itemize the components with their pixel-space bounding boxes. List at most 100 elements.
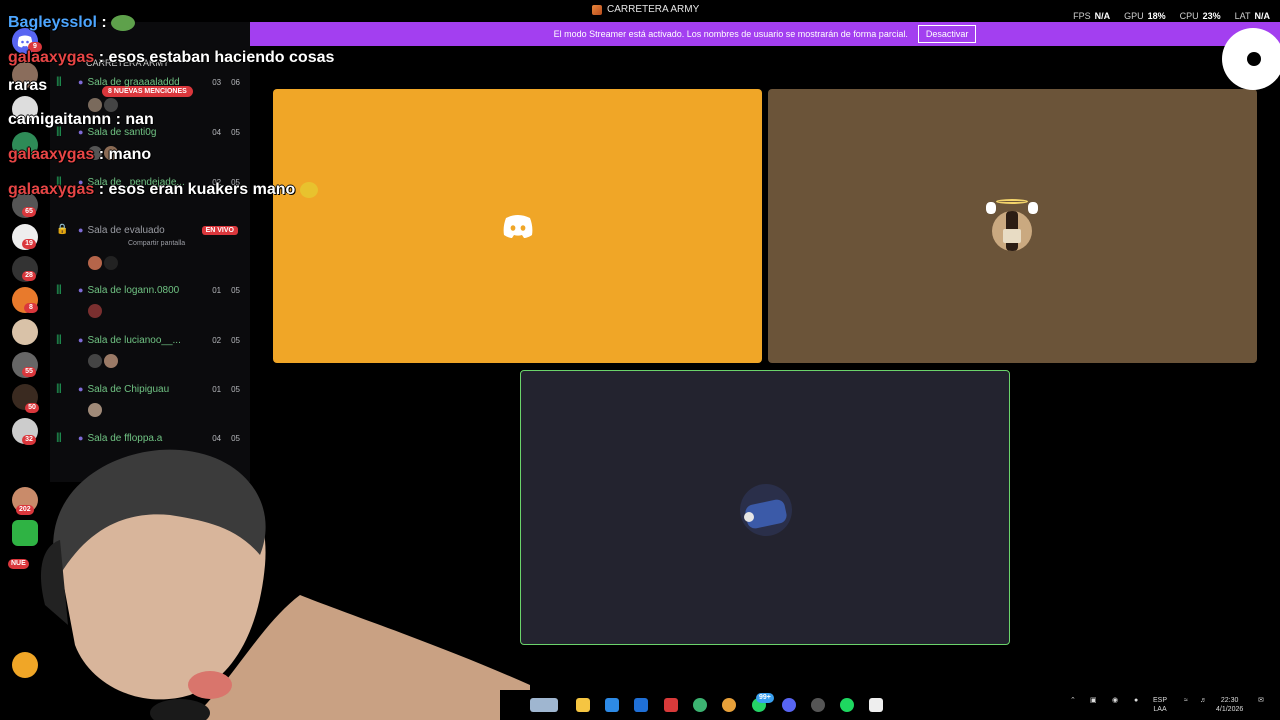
user-count: 04 05 [212,434,240,443]
group-icon: ● [78,335,84,345]
avatar[interactable] [88,98,102,112]
chrome-icon[interactable] [722,698,736,712]
widget-icon[interactable] [530,698,558,712]
pepe-emote-icon [111,14,136,31]
avatar[interactable] [88,354,102,368]
count-current: 04 [212,127,222,137]
metric-lat: LAT N/A [1235,11,1270,21]
avatar[interactable] [104,98,118,112]
lock-icon: 🔒 [56,224,68,235]
capture-indicator[interactable] [1222,28,1280,90]
count-current: 01 [212,384,222,394]
count-current: 02 [212,335,222,345]
notifications-icon[interactable]: ✉ [1258,696,1264,705]
chat-username: Bagleysslol [8,14,97,31]
metric-label: GPU [1124,11,1144,21]
chat-message: galaaxygas : esos eran kuakers mano [8,181,318,199]
user-avatar [740,484,792,536]
voice-tile[interactable] [768,89,1257,363]
voice-channel[interactable]: ||| ● Sala de Chipiguau 01 05 [56,381,246,397]
spotify-icon[interactable] [840,698,854,712]
clock[interactable]: 22:30 4/1/2026 [1216,696,1243,714]
server-icon[interactable] [12,319,38,345]
user-avatar [986,199,1038,251]
window-title-text: CARRETERA ARMY [607,4,700,15]
group-icon: ● [78,384,84,394]
chat-text: esos eran kuakers mano [108,181,296,198]
tray-chevron-icon[interactable]: ⌃ [1070,696,1076,705]
discord-logo-icon [503,215,533,238]
channel-members [88,304,102,318]
count-max: 05 [231,335,240,345]
avatar[interactable] [88,256,102,270]
desktop: CARRETERA ARMY FPS N/A GPU 18% CPU 23% LAT N… [0,0,1280,720]
voice-channel[interactable]: ||| ● Sala de lucianoo__... 02 05 [56,332,246,348]
unread-badge: 65 [22,207,36,217]
channel-members [88,403,102,417]
chat-text: raras [8,77,48,94]
mic-icon[interactable]: ● [1134,696,1138,705]
count-max: 06 [231,77,240,87]
chat-separator: : [98,49,105,66]
voice-tile[interactable] [273,89,762,363]
window-title: CARRETERA ARMY [592,4,699,15]
channel-list: CARRETERA ARMY 8 NUEVAS MENCIONES ||| ● S… [50,22,250,482]
hand-icon [1028,202,1038,214]
metric-label: LAT [1234,11,1251,21]
metric-value: 18% [1147,11,1166,21]
group-icon: ● [78,433,84,443]
wifi-icon[interactable]: ≈ [1184,696,1188,705]
metric-label: CPU [1179,11,1199,21]
discord-icon[interactable] [782,698,796,712]
channel-members [88,98,118,112]
app-icon[interactable] [811,698,825,712]
clock-date: 4/1/2026 [1216,706,1244,713]
voice-channel[interactable]: ||| ● Sala de graaaaladdd 03 06 [56,74,246,90]
store-icon[interactable] [634,698,648,712]
bottle-avatar [992,211,1032,251]
channel-name: Sala de logann.0800 [87,284,180,296]
avatar[interactable] [88,403,102,417]
channel-name: Sala de evaluado [87,224,165,236]
metric-value: 23% [1202,11,1221,21]
metric-gpu: GPU 18% [1124,11,1166,21]
editor-icon[interactable] [605,698,619,712]
channel-name: Sala de Chipiguau [87,383,170,395]
avatar[interactable] [88,304,102,318]
avatar[interactable] [104,354,118,368]
voice-tile-speaking[interactable] [520,370,1010,645]
channel-name: Sala de ffloppa.a [87,432,163,444]
unread-badge: 28 [22,271,36,281]
voice-channel[interactable]: ||| ● Sala de ffloppa.a 04 05 [56,430,246,446]
channel-members [88,256,118,270]
taskbar: 99+ ⌃ ▣ ◉ ● ESP LAA ≈ ♬ 22:30 4/1/2026 ✉ [500,690,1280,720]
user-count: 01 05 [212,385,240,394]
chat-separator: : [115,111,121,128]
voice-activity-icon: ||| [56,284,62,295]
user-count: 04 05 [212,128,240,137]
title-bar: CARRETERA ARMY FPS N/A GPU 18% CPU 23% LAT N… [0,0,1280,22]
group-icon: ● [78,285,84,295]
tray-app-icon[interactable]: ◉ [1112,696,1118,705]
language-indicator[interactable]: ESP LAA [1153,696,1167,714]
notification-badge: 99+ [756,693,774,703]
chrome-icon[interactable] [693,698,707,712]
streamer-banner-text: El modo Streamer está activado. Los nomb… [553,29,908,39]
unread-badge: 50 [25,403,39,413]
folder-icon[interactable] [576,698,590,712]
chat-message: camigaitannn : nan [8,111,154,129]
count-max: 05 [231,285,240,295]
channel-name: Sala de lucianoo__... [87,334,181,346]
deactivate-button[interactable]: Desactivar [917,25,977,43]
voice-activity-icon: ||| [56,432,62,443]
avatar[interactable] [104,256,118,270]
tray-app-icon[interactable]: ▣ [1090,696,1097,705]
count-current: 01 [212,285,222,295]
voice-activity-icon: ||| [56,383,62,394]
office-icon[interactable] [664,698,678,712]
volume-icon[interactable]: ♬ [1200,696,1207,705]
voice-channel-live[interactable]: 🔒 ● Sala de evaluado EN VIVO [56,222,246,238]
notepad-icon[interactable] [869,698,883,712]
voice-channel[interactable]: ||| ● Sala de logann.0800 01 05 [56,282,246,298]
chat-username: camigaitannn [8,111,112,128]
